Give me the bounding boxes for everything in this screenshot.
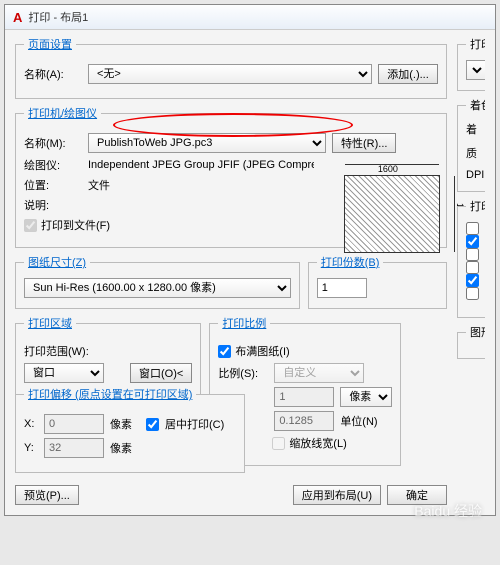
plotter-value: Independent JPEG Group JFIF (JPEG Compre… [88,159,314,171]
dim-width: 1600 [378,164,398,174]
range-label: 打印范围(W): [24,343,89,359]
scale-unit2-label: 单位(N) [340,413,377,429]
offset-group: 打印偏移 (原点设置在可打印区域) X: 像素 居中打印(C) Y: 像素 [15,386,245,473]
paper-size-group: 图纸尺寸(Z) Sun Hi-Res (1600.00 x 1280.00 像素… [15,254,300,309]
desc-label: 说明: [24,197,82,213]
paper-preview: 1600 1280 [344,175,440,253]
window-title: 打印 - 布局1 [28,9,88,25]
copies-legend[interactable]: 打印份数(B) [321,257,380,269]
titlebar: A 打印 - 布局1 [5,5,495,30]
properties-button[interactable]: 特性(R)... [332,133,396,153]
y-input [44,438,104,458]
right-group-4: 图形 [457,324,485,359]
y-label: Y: [24,442,38,454]
where-label: 位置: [24,177,82,193]
paper-size-legend[interactable]: 图纸尺寸(Z) [28,257,86,269]
preview-button[interactable]: 预览(P)... [15,485,79,505]
add-button[interactable]: 添加(.)... [378,64,438,84]
rc4[interactable] [466,261,479,274]
ratio-label: 比例(S): [218,365,268,381]
right-group-2: 着色 着 质 DPI [457,97,485,192]
page-setup-name-select[interactable]: <无> [88,64,372,84]
copies-input[interactable] [317,278,367,298]
lineweight-checkbox [272,437,285,450]
printer-legend[interactable]: 打印机/绘图仪 [28,108,97,120]
x-unit: 像素 [110,416,132,432]
ratio-select: 自定义 [274,363,364,383]
page-setup-group: 页面设置 名称(A): <无> 添加(.)... [15,36,447,99]
printer-name-label: 名称(M): [24,135,82,151]
rc5[interactable] [466,274,479,287]
offset-legend[interactable]: 打印偏移 (原点设置在可打印区域) [28,389,192,401]
right-group-1: 打印样 无 [457,36,485,91]
scale-unit1-select[interactable]: 像素 [340,387,392,407]
right-select-1[interactable]: 无 [466,60,485,80]
watermark: Baidu 经验 [414,501,482,521]
rc2[interactable] [466,235,479,248]
right-group-3: 打印 [457,198,485,318]
scale-unit1-input [274,387,334,407]
print-to-file-checkbox [24,219,37,232]
rc1[interactable] [466,222,479,235]
page-setup-legend[interactable]: 页面设置 [28,39,72,51]
x-input [44,414,104,434]
name-label: 名称(A): [24,66,82,82]
apply-button[interactable]: 应用到布局(U) [293,485,381,505]
print-to-file-label: 打印到文件(F) [41,217,110,233]
y-unit: 像素 [110,440,132,456]
fit-label: 布满图纸(I) [235,343,289,359]
scale-legend[interactable]: 打印比例 [222,318,266,330]
window-button[interactable]: 窗口(O)< [130,363,192,383]
lineweight-label: 缩放线宽(L) [289,435,346,451]
scale-unit2-input [274,411,334,431]
app-logo: A [13,10,22,25]
printer-group: 打印机/绘图仪 名称(M): PublishToWeb JPG.pc3 特性(R… [15,105,447,248]
rc6[interactable] [466,287,479,300]
fit-checkbox[interactable] [218,345,231,358]
rc3[interactable] [466,248,479,261]
copies-group: 打印份数(B) [308,254,447,309]
center-label: 居中打印(C) [165,416,224,432]
printer-name-select[interactable]: PublishToWeb JPG.pc3 [88,133,326,153]
x-label: X: [24,418,38,430]
range-select[interactable]: 窗口 [24,363,104,383]
plot-area-legend[interactable]: 打印区域 [28,318,72,330]
where-value: 文件 [88,177,110,193]
center-checkbox[interactable] [146,418,159,431]
paper-size-select[interactable]: Sun Hi-Res (1600.00 x 1280.00 像素) [24,278,291,298]
plotter-label: 绘图仪: [24,157,82,173]
